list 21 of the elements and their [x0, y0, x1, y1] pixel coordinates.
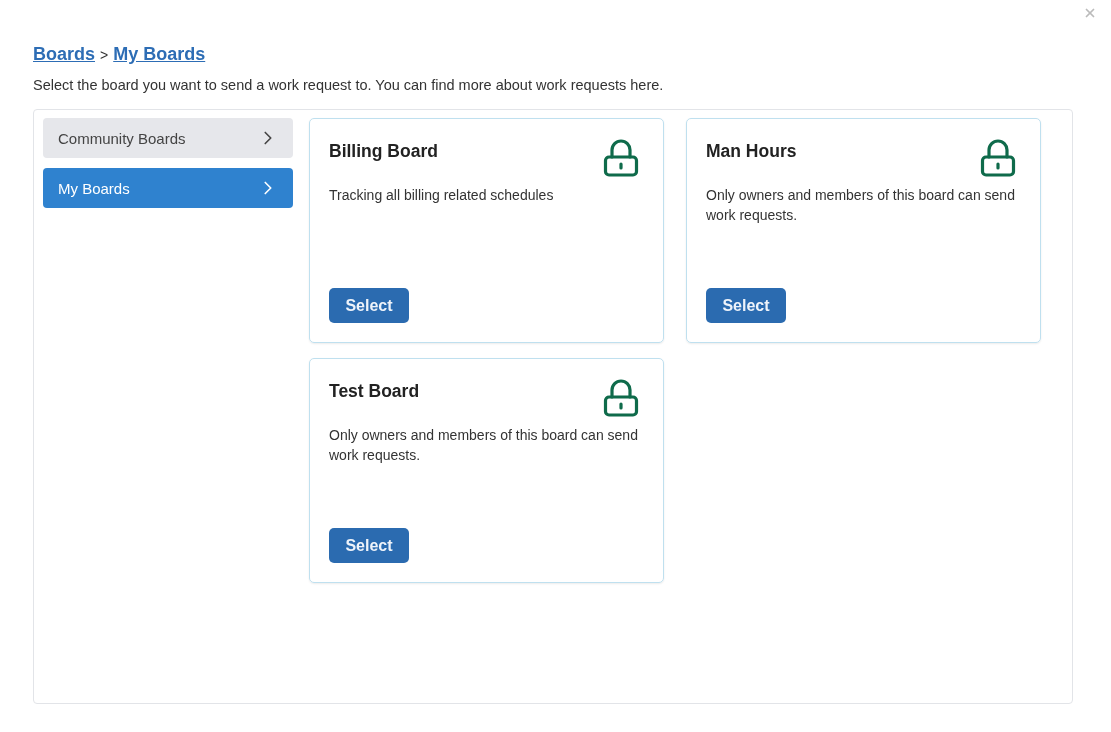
padlock-icon [603, 379, 639, 417]
padlock-icon [603, 139, 639, 177]
breadcrumb-separator: > [100, 47, 109, 63]
board-description: Only owners and members of this board can send work requests. [329, 426, 639, 465]
close-button[interactable] [1083, 6, 1097, 20]
intro-text: Select the board you want to send a work request to. You can find more about work requests here. [33, 77, 665, 93]
select-button[interactable]: Select [329, 528, 409, 563]
select-button[interactable]: Select [329, 288, 409, 323]
board-title: Man Hours [706, 141, 797, 162]
board-description: Only owners and members of this board can send work requests. [706, 186, 1016, 225]
select-button[interactable]: Select [706, 288, 786, 323]
sidebar-item[interactable]: My Boards [43, 168, 293, 208]
board-title: Test Board [329, 381, 420, 402]
padlock-icon [980, 139, 1016, 177]
close-icon [1083, 6, 1097, 20]
sidebar-item[interactable]: Community Boards [43, 118, 293, 158]
breadcrumb-link[interactable]: Boards [33, 44, 95, 65]
board-description: Tracking all billing related schedules [329, 186, 555, 205]
board-title: Billing Board [329, 141, 438, 162]
breadcrumb-link[interactable]: My Boards [113, 44, 206, 65]
help-link[interactable]: here [630, 77, 660, 93]
